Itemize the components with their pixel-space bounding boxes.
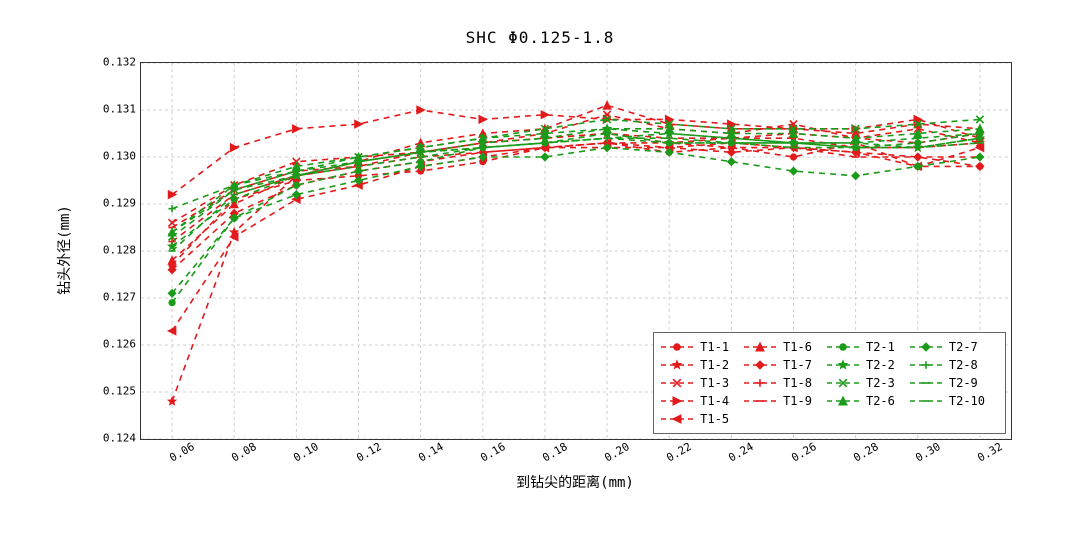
legend-swatch-icon	[660, 340, 694, 354]
legend-item: T2-9	[909, 375, 995, 391]
legend-swatch-icon	[909, 376, 943, 390]
y-tick-label: 0.124	[103, 432, 136, 445]
x-tick-label: 0.22	[665, 440, 694, 465]
chart-title: SHC Φ0.125-1.8	[0, 28, 1080, 47]
legend-item: T2-10	[909, 393, 995, 409]
legend-label: T1-1	[694, 340, 739, 354]
legend-item: T1-6	[743, 339, 822, 355]
legend-swatch-icon	[743, 394, 777, 408]
legend-item: T1-1	[660, 339, 739, 355]
x-tick-label: 0.26	[789, 440, 818, 465]
x-tick-label: 0.08	[230, 440, 259, 465]
legend-label: T2-9	[943, 376, 988, 390]
y-tick-label: 0.125	[103, 385, 136, 398]
legend-label: T1-8	[777, 376, 822, 390]
y-tick-label: 0.130	[103, 150, 136, 163]
legend-label: T1-9	[777, 394, 822, 408]
legend-label: T1-5	[694, 412, 739, 426]
legend-item: T1-7	[743, 357, 822, 373]
legend: T1-1 T1-2 T1-3 T1-4 T1-5 T1-6 T1-7 T1-8 T1-9 T2-1…	[653, 332, 1006, 434]
y-tick-label: 0.126	[103, 338, 136, 351]
legend-label: T2-2	[860, 358, 905, 372]
legend-label: T1-6	[777, 340, 822, 354]
legend-label: T2-1	[860, 340, 905, 354]
x-tick-label: 0.30	[913, 440, 942, 465]
x-tick-label: 0.16	[478, 440, 507, 465]
x-tick-label: 0.24	[727, 440, 756, 465]
legend-item: T1-9	[743, 393, 822, 409]
legend-swatch-icon	[826, 376, 860, 390]
y-tick-label: 0.129	[103, 197, 136, 210]
legend-item: T2-3	[826, 375, 905, 391]
x-tick-label: 0.18	[540, 440, 569, 465]
legend-swatch-icon	[743, 358, 777, 372]
x-tick-label: 0.28	[851, 440, 880, 465]
x-tick-label: 0.10	[292, 440, 321, 465]
y-tick-label: 0.128	[103, 244, 136, 257]
legend-label: T2-6	[860, 394, 905, 408]
x-tick-label: 0.32	[975, 440, 1004, 465]
legend-swatch-icon	[660, 376, 694, 390]
legend-item: T1-3	[660, 375, 739, 391]
legend-swatch-icon	[909, 358, 943, 372]
y-tick-label: 0.131	[103, 103, 136, 116]
legend-label: T1-2	[694, 358, 739, 372]
legend-item: T1-4	[660, 393, 739, 409]
x-tick-label: 0.20	[602, 440, 631, 465]
x-tick-label: 0.06	[167, 440, 196, 465]
legend-swatch-icon	[826, 340, 860, 354]
legend-item: T2-6	[826, 393, 905, 409]
legend-swatch-icon	[826, 358, 860, 372]
legend-label: T1-3	[694, 376, 739, 390]
legend-swatch-icon	[909, 394, 943, 408]
x-tick-label: 0.14	[416, 440, 445, 465]
legend-swatch-icon	[909, 340, 943, 354]
y-tick-label: 0.127	[103, 291, 136, 304]
legend-item: T2-2	[826, 357, 905, 373]
legend-label: T1-7	[777, 358, 822, 372]
x-tick-label: 0.12	[354, 440, 383, 465]
legend-label: T2-3	[860, 376, 905, 390]
legend-item: T1-2	[660, 357, 739, 373]
legend-item: T2-7	[909, 339, 995, 355]
legend-item: T2-1	[826, 339, 905, 355]
legend-swatch-icon	[826, 394, 860, 408]
legend-item: T2-8	[909, 357, 995, 373]
legend-swatch-icon	[660, 394, 694, 408]
x-axis-label: 到钻尖的距离(mm)	[516, 472, 634, 492]
legend-swatch-icon	[660, 412, 694, 426]
legend-swatch-icon	[743, 376, 777, 390]
legend-swatch-icon	[660, 358, 694, 372]
y-axis-label: 钻头外径(mm)	[54, 205, 74, 295]
legend-item: T1-5	[660, 411, 739, 427]
legend-label: T2-7	[943, 340, 988, 354]
legend-swatch-icon	[743, 340, 777, 354]
legend-item: T1-8	[743, 375, 822, 391]
legend-label: T2-8	[943, 358, 988, 372]
legend-label: T2-10	[943, 394, 995, 408]
legend-label: T1-4	[694, 394, 739, 408]
chart-container: SHC Φ0.125-1.8 钻头外径(mm) 到钻尖的距离(mm) 0.124…	[0, 0, 1080, 542]
y-tick-label: 0.132	[103, 56, 136, 69]
